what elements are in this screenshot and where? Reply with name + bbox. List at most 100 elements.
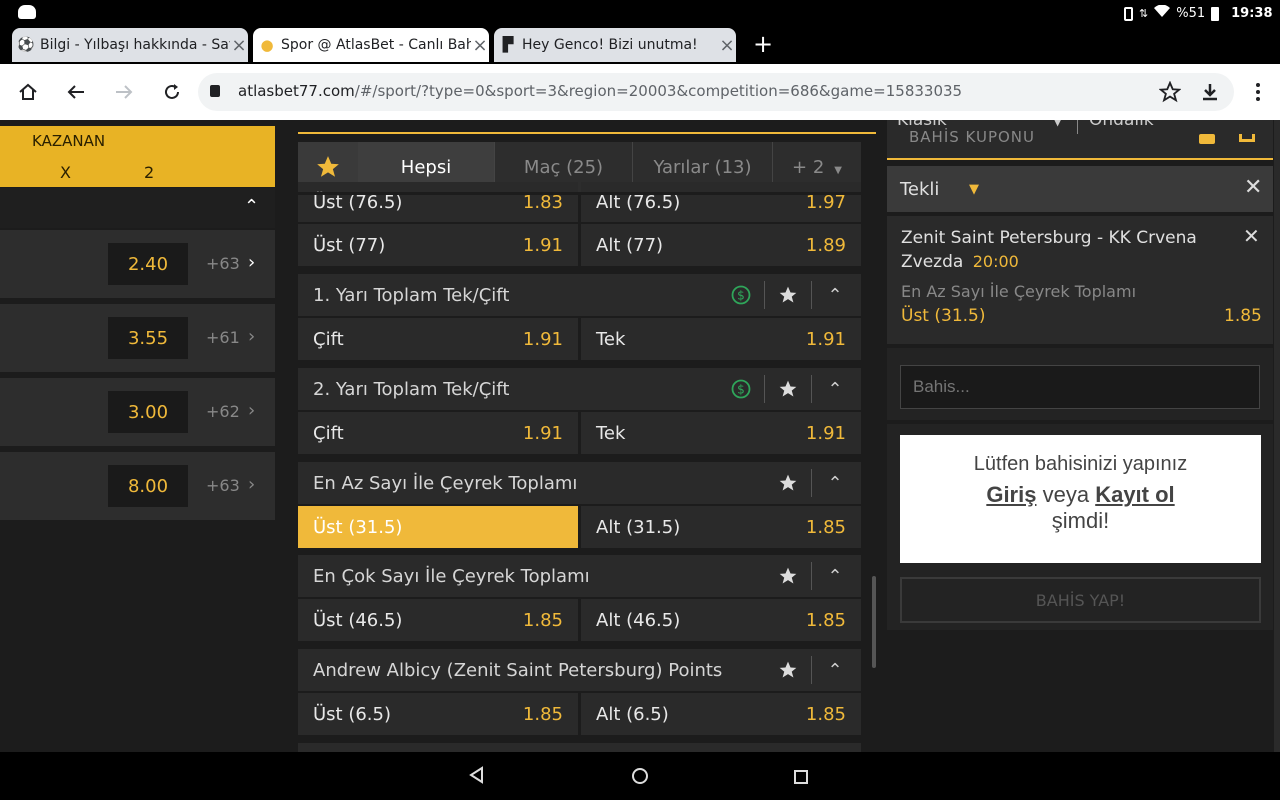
favorite-star-icon[interactable] bbox=[777, 284, 799, 306]
back-arrow-icon[interactable] bbox=[60, 76, 92, 108]
odd-button[interactable]: 3.55 bbox=[108, 317, 188, 359]
svg-text:$: $ bbox=[737, 289, 745, 303]
odd-button[interactable]: 2.40 bbox=[108, 243, 188, 285]
login-link[interactable]: Giriş bbox=[986, 482, 1036, 507]
market-title: 2. Yarı Toplam Tek/Çift bbox=[313, 378, 510, 400]
favorite-star-icon[interactable] bbox=[777, 565, 799, 587]
chevron-right-icon[interactable]: › bbox=[248, 400, 255, 421]
favorite-star-icon[interactable] bbox=[777, 472, 799, 494]
chevron-up-icon[interactable]: ⌃ bbox=[824, 565, 846, 587]
chevron-right-icon[interactable]: › bbox=[248, 474, 255, 495]
outcome-button[interactable]: Çift 1.91 bbox=[298, 412, 578, 454]
outcome-odd: 1.85 bbox=[805, 516, 846, 538]
market-row: Çift 1.91 Tek 1.91 bbox=[298, 318, 861, 360]
favorite-star-icon[interactable] bbox=[777, 659, 799, 681]
outcome-button[interactable]: Üst (6.5) 1.85 bbox=[298, 693, 578, 735]
url-field[interactable]: atlasbet77.com/#/sport/?type=0&sport=3&r… bbox=[198, 73, 1234, 111]
market-row: Üst (31.5) Alt (31.5) 1.85 bbox=[298, 506, 861, 548]
market-header[interactable]: En Çok Sayı İle Çeyrek Toplamı ⌃ bbox=[298, 555, 861, 597]
login-prompt: Lütfen bahisinizi yapınız bbox=[973, 453, 1188, 475]
remove-selection-icon[interactable]: ✕ bbox=[1243, 224, 1260, 248]
odds-format-select[interactable]: Ondalık bbox=[1089, 120, 1154, 130]
outcome-button[interactable]: Üst (76.5) 1.83 bbox=[298, 182, 578, 222]
outcome-label: Alt (46.5) bbox=[596, 609, 681, 631]
outcome-odd: 1.89 bbox=[805, 234, 846, 256]
more-markets-count[interactable]: +61 bbox=[206, 328, 240, 347]
odd-button[interactable]: 8.00 bbox=[108, 465, 188, 507]
tab-bilgi[interactable]: ⚽ Bilgi - Yılbaşı hakkında - Sayfa × bbox=[12, 28, 248, 62]
home-icon[interactable] bbox=[12, 76, 44, 108]
stake-area bbox=[887, 348, 1273, 420]
outcome-label: Alt (76.5) bbox=[596, 192, 681, 213]
chevron-up-icon[interactable]: ⌃ bbox=[824, 284, 846, 306]
tab-more-label: + 2 bbox=[792, 156, 825, 178]
tab-genco[interactable]: ▛ Hey Genco! Bizi unutma! × bbox=[494, 28, 736, 62]
outcome-button-selected[interactable]: Üst (31.5) bbox=[298, 506, 578, 548]
outcome-button[interactable]: Tek 1.91 bbox=[581, 412, 861, 454]
outcome-button[interactable]: Tek 1.91 bbox=[581, 318, 861, 360]
recents-square-icon[interactable] bbox=[794, 769, 808, 788]
bet-type-bar[interactable]: Tekli ▼ ✕ bbox=[887, 166, 1273, 212]
close-tab-icon[interactable]: × bbox=[471, 35, 489, 56]
bet-type-select[interactable]: Tekli bbox=[900, 179, 939, 200]
selection-match-block: Zenit Saint Petersburg - KK Crvena Zvezd… bbox=[901, 226, 1201, 274]
more-markets-count[interactable]: +63 bbox=[206, 254, 240, 273]
calendar-icon[interactable] bbox=[1199, 134, 1215, 144]
battery-percent: %51 bbox=[1176, 6, 1206, 21]
more-markets-count[interactable]: +62 bbox=[206, 402, 240, 421]
market-title: En Az Sayı İle Çeyrek Toplamı bbox=[313, 472, 578, 494]
chevron-up-icon[interactable]: ⌃ bbox=[824, 472, 846, 494]
collapse-bar[interactable]: ⌃ bbox=[0, 188, 275, 228]
market-header[interactable]: 2. Yarı Toplam Tek/Çift $ ⌃ bbox=[298, 368, 861, 410]
outcome-button[interactable]: Üst (46.5) 1.85 bbox=[298, 599, 578, 641]
favorite-star-icon[interactable] bbox=[777, 378, 799, 400]
outcome-button[interactable]: Alt (76.5) 1.97 bbox=[581, 182, 861, 222]
menu-icon[interactable] bbox=[1242, 76, 1274, 108]
scrollbar-thumb[interactable] bbox=[872, 576, 876, 668]
market-row: Üst (46.5) 1.85 Alt (46.5) 1.85 bbox=[298, 599, 861, 641]
market-header[interactable]: 1. Yarı Toplam Tek/Çift $ ⌃ bbox=[298, 274, 861, 316]
close-tab-icon[interactable]: × bbox=[230, 35, 248, 56]
betslip-header: Klasik ▼ Ondalık BAHİS KUPONU bbox=[887, 120, 1273, 160]
outcome-odd: 1.85 bbox=[522, 703, 563, 725]
tab-atlasbet[interactable]: ● Spor @ AtlasBet - Canlı Bahis × bbox=[253, 28, 489, 62]
market-header[interactable]: Andrew Albicy (Zenit Saint Petersburg) P… bbox=[298, 649, 861, 691]
clear-betslip-icon[interactable]: ✕ bbox=[1244, 175, 1262, 200]
notification-icon bbox=[18, 5, 36, 19]
outcome-odd: 1.97 bbox=[805, 192, 846, 213]
register-link[interactable]: Kayıt ol bbox=[1095, 482, 1174, 507]
settings-icon[interactable] bbox=[1239, 134, 1255, 142]
chevron-right-icon[interactable]: › bbox=[248, 252, 255, 273]
now-text: şimdi! bbox=[1051, 508, 1110, 533]
home-circle-icon[interactable] bbox=[631, 767, 649, 789]
reload-icon[interactable] bbox=[156, 76, 188, 108]
chevron-right-icon[interactable]: › bbox=[248, 326, 255, 347]
market-header-partial bbox=[298, 743, 861, 752]
back-triangle-icon[interactable] bbox=[468, 766, 486, 788]
clock: 19:38 bbox=[1231, 6, 1273, 21]
more-markets-count[interactable]: +63 bbox=[206, 476, 240, 495]
outcome-button[interactable]: Çift 1.91 bbox=[298, 318, 578, 360]
outcome-button[interactable]: Alt (31.5) 1.85 bbox=[581, 506, 861, 548]
market-row: Üst (77) 1.91 Alt (77) 1.89 bbox=[298, 224, 861, 266]
stake-input[interactable] bbox=[900, 365, 1260, 409]
forward-arrow-icon[interactable] bbox=[108, 76, 140, 108]
close-tab-icon[interactable]: × bbox=[718, 35, 736, 56]
outcome-label: Çift bbox=[313, 328, 344, 350]
odd-button[interactable]: 3.00 bbox=[108, 391, 188, 433]
download-icon[interactable] bbox=[1194, 76, 1226, 108]
tab-title: Bilgi - Yılbaşı hakkında - Sayfa bbox=[40, 37, 230, 53]
betslip-bottom: Lütfen bahisinizi yapınız Giriş veya Kay… bbox=[887, 424, 1273, 630]
bookmark-star-icon[interactable] bbox=[1154, 76, 1186, 108]
market-title: Andrew Albicy (Zenit Saint Petersburg) P… bbox=[313, 659, 723, 681]
outcome-button[interactable]: Üst (77) 1.91 bbox=[298, 224, 578, 266]
place-bet-button[interactable]: BAHİS YAP! bbox=[900, 577, 1261, 623]
chevron-up-icon[interactable]: ⌃ bbox=[824, 378, 846, 400]
market-header[interactable]: En Az Sayı İle Çeyrek Toplamı ⌃ bbox=[298, 462, 861, 504]
chevron-up-icon[interactable]: ⌃ bbox=[824, 659, 846, 681]
outcome-button[interactable]: Alt (77) 1.89 bbox=[581, 224, 861, 266]
chevron-up-icon[interactable]: ⌃ bbox=[244, 196, 259, 217]
new-tab-icon[interactable]: + bbox=[750, 30, 776, 60]
outcome-button[interactable]: Alt (46.5) 1.85 bbox=[581, 599, 861, 641]
outcome-button[interactable]: Alt (6.5) 1.85 bbox=[581, 693, 861, 735]
